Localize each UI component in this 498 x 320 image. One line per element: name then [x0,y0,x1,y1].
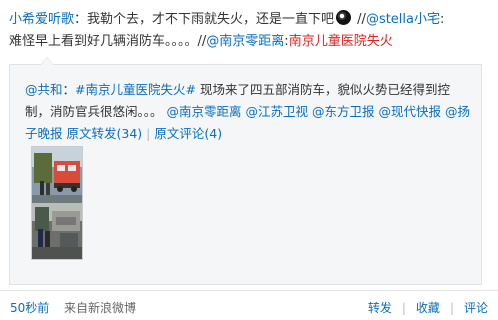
original-repost-link[interactable]: 原文转发(34) [67,126,143,141]
post-separator-2: // [197,34,207,49]
post-author-link[interactable]: 小希爱听歌 [9,12,74,27]
quoted-mention-link[interactable]: @江苏卫视 [246,104,309,119]
quoted-post-box: @共和：#南京儿童医院失火# 现场来了四五部消防车，貌似火势已经得到控制，消防官… [9,57,482,285]
quote-pointer [40,57,54,65]
post-separator-1: // [353,12,366,27]
mention-stella-link[interactable]: @stella小宅 [366,12,440,27]
quoted-mention-link[interactable]: @南京零距离 [167,104,242,119]
post-source: 来自新浪微博 [64,301,137,315]
repost-button[interactable]: 转发 [368,301,392,315]
post-text: 小希爱听歌：我勒个去，才不下雨就失火，还是一直下吧 //@stella小宅: 难… [9,9,491,53]
post-text-line2: 难怪早上看到好几辆消防车。。。。 [9,34,198,49]
post-text-part1: ：我勒个去，才不下雨就失火，还是一直下吧 [74,12,335,27]
footer-divider: | [449,301,454,315]
photo-thumbnail-image [32,147,82,259]
post-footer: 50秒前 来自新浪微博 转发 | 收藏 | 评论 [0,290,498,320]
quoted-post-text: @共和：#南京儿童医院失火# 现场来了四五部消防车，貌似火势已经得到控制，消防官… [25,79,470,145]
quoted-colon: ： [62,82,76,97]
emoticon-icon [336,10,352,25]
action-divider: | [146,126,151,141]
comment-button[interactable]: 评论 [464,301,488,315]
quoted-mention-link[interactable]: @现代快报 [379,104,442,119]
post-text-part2: : [440,12,445,27]
footer-actions: 转发 | 收藏 | 评论 [368,299,488,316]
quoted-author-link[interactable]: @共和 [25,82,63,97]
post-time-link[interactable]: 50秒前 [10,299,49,316]
quoted-topic-link[interactable]: #南京儿童医院失火# [75,82,196,97]
quoted-mention-link[interactable]: @东方卫报 [312,104,375,119]
original-comment-link[interactable]: 原文评论(4) [154,126,222,141]
favorite-button[interactable]: 收藏 [416,301,440,315]
photo-thumbnail[interactable] [31,146,83,260]
mention-nanjing-link[interactable]: @南京零距离 [206,34,284,49]
topic-link[interactable]: 南京儿童医院失火 [289,34,393,49]
footer-divider: | [401,301,406,315]
